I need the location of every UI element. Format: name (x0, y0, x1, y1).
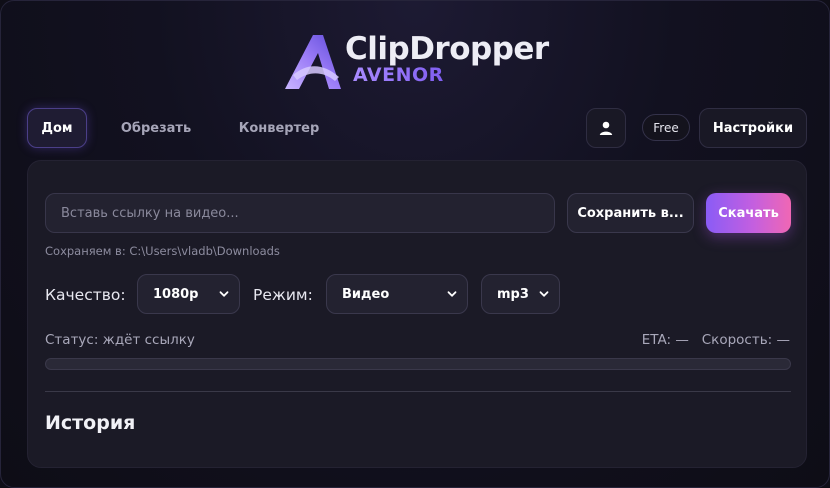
quality-select[interactable]: 1080p (137, 274, 240, 314)
download-button[interactable]: Скачать (706, 193, 791, 233)
download-panel: Сохранить в... Скачать Сохраняем в: C:\U… (27, 160, 807, 468)
brand-name: ClipDropper (345, 31, 549, 67)
brand-sub: AVENOR (353, 64, 444, 86)
speed-text: Скорость: — (701, 332, 790, 348)
history-title: История (45, 412, 136, 434)
app-window: ClipDropper AVENOR Дом Обрезать Конверте… (0, 0, 830, 488)
mode-select-value: Видео (342, 286, 390, 302)
nav-tab-converter[interactable]: Конвертер (227, 108, 331, 148)
chevron-down-icon (539, 291, 549, 297)
nav-tab-trim[interactable]: Обрезать (109, 108, 203, 148)
nav-tab-home[interactable]: Дом (27, 108, 87, 148)
settings-button[interactable]: Настройки (699, 108, 807, 148)
quality-label: Качество: (45, 286, 126, 304)
save-path-text: Сохраняем в: C:\Users\vladb\Downloads (45, 244, 280, 258)
logo-a-icon (285, 35, 341, 89)
status-text: Статус: ждёт ссылку (45, 332, 195, 348)
mode-label: Режим: (253, 286, 313, 304)
progress-bar (45, 358, 791, 370)
eta-text: ETA: — (641, 332, 689, 348)
quality-select-value: 1080p (153, 286, 199, 302)
eta-speed: ETA: — Скорость: — (642, 332, 790, 348)
chevron-down-icon (219, 291, 229, 297)
save-to-button[interactable]: Сохранить в... (567, 193, 694, 233)
user-button[interactable] (586, 108, 626, 148)
divider (45, 391, 791, 392)
mode-select[interactable]: Видео (326, 274, 468, 314)
user-icon (599, 121, 613, 135)
format-select-value: mp3 (497, 286, 529, 302)
brand-logo: ClipDropper AVENOR (283, 31, 563, 93)
plan-badge: Free (642, 114, 690, 141)
chevron-down-icon (447, 291, 457, 297)
url-input[interactable] (45, 193, 555, 233)
format-select[interactable]: mp3 (481, 274, 560, 314)
